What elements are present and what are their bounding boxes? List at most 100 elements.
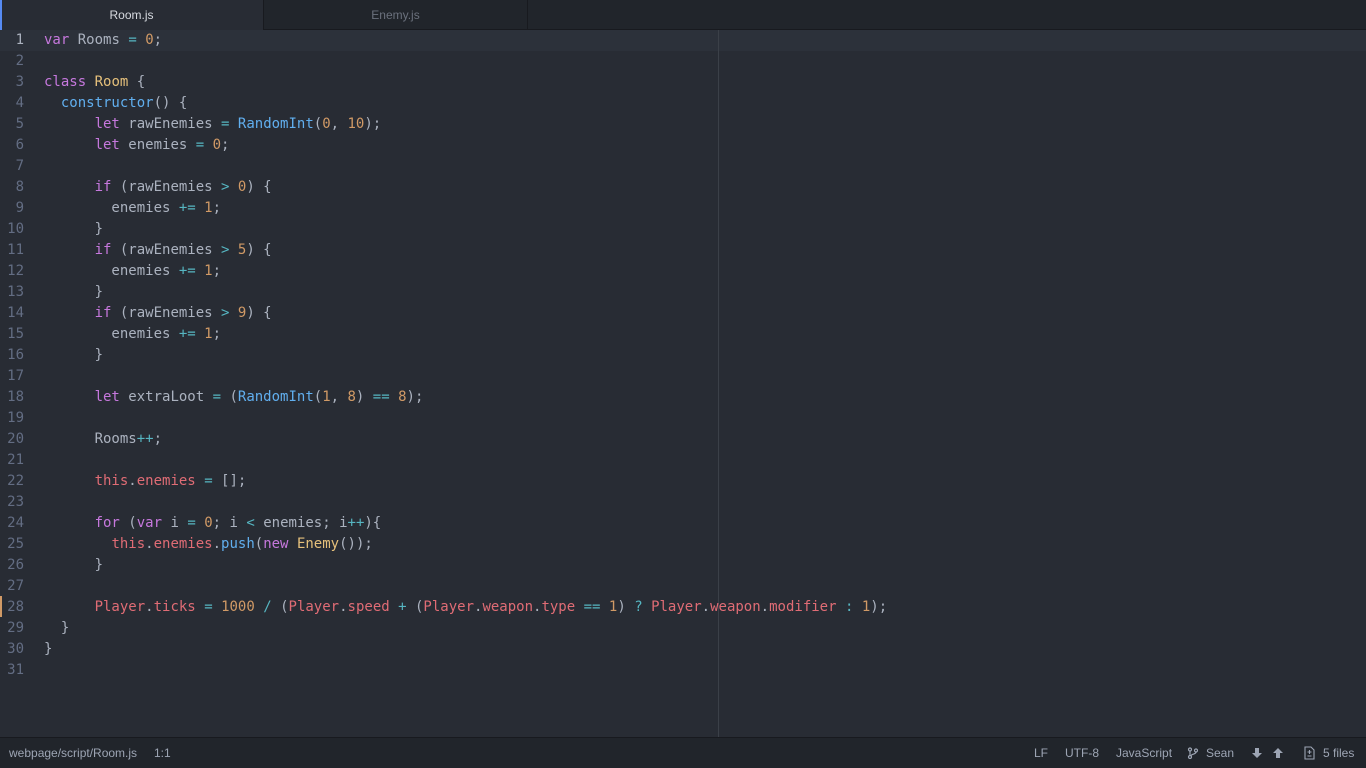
line-code: for (var i = 0; i < enemies; i++){ bbox=[94, 515, 382, 531]
code-line[interactable]: 6 let enemies = 0; bbox=[0, 135, 1366, 156]
code-line[interactable]: 3 class Room { bbox=[0, 72, 1366, 93]
line-number: 19 bbox=[7, 410, 24, 426]
line-number: 6 bbox=[15, 137, 24, 153]
code-line[interactable]: 22 this.enemies = []; bbox=[0, 471, 1366, 492]
line-number: 12 bbox=[7, 263, 24, 279]
line-code: enemies += 1; bbox=[44, 263, 222, 279]
line-code: if (rawEnemies > 5) { bbox=[94, 242, 272, 258]
line-number: 24 bbox=[7, 515, 24, 531]
line-code: enemies += 1; bbox=[44, 200, 222, 216]
line-code: } bbox=[44, 284, 104, 300]
code-line[interactable]: 17 bbox=[0, 366, 1366, 387]
line-number: 9 bbox=[15, 200, 24, 216]
code-line[interactable]: 21 bbox=[0, 450, 1366, 471]
git-branch[interactable]: Sean bbox=[1206, 738, 1234, 768]
line-code: } bbox=[44, 557, 104, 573]
code-line[interactable]: 24 for (var i = 0; i < enemies; i++){ bbox=[0, 513, 1366, 534]
code-line[interactable]: 19 bbox=[0, 408, 1366, 429]
line-number: 5 bbox=[15, 116, 24, 132]
code-line[interactable]: 25 this.enemies.push(new Enemy()); bbox=[0, 534, 1366, 555]
tab-enemy-js[interactable]: Enemy.js bbox=[264, 0, 528, 30]
line-code: } bbox=[44, 221, 104, 237]
line-code: } bbox=[44, 347, 104, 363]
code-line[interactable]: 28 Player.ticks = 1000 / (Player.speed +… bbox=[0, 597, 1366, 618]
code-line[interactable]: 4 constructor() { bbox=[0, 93, 1366, 114]
line-code: if (rawEnemies > 0) { bbox=[94, 179, 272, 195]
code-line[interactable]: 7 bbox=[0, 156, 1366, 177]
code-line[interactable]: 15 enemies += 1; bbox=[0, 324, 1366, 345]
code-line[interactable]: 20 Rooms++; bbox=[0, 429, 1366, 450]
line-code: let enemies = 0; bbox=[94, 137, 230, 153]
line-number: 30 bbox=[7, 641, 24, 657]
line-code: constructor() { bbox=[60, 95, 188, 111]
git-branch-icon bbox=[1187, 747, 1199, 759]
code-line[interactable]: 11 if (rawEnemies > 5) { bbox=[0, 240, 1366, 261]
line-number: 26 bbox=[7, 557, 24, 573]
code-line[interactable]: 31 bbox=[0, 660, 1366, 681]
line-number: 3 bbox=[15, 74, 24, 90]
git-modified-marker bbox=[0, 596, 2, 617]
cursor-position[interactable]: 1:1 bbox=[154, 738, 171, 768]
code-line[interactable]: 14 if (rawEnemies > 9) { bbox=[0, 303, 1366, 324]
line-number: 25 bbox=[7, 536, 24, 552]
line-number: 15 bbox=[7, 326, 24, 342]
line-code: Player.ticks = 1000 / (Player.speed + (P… bbox=[94, 599, 888, 615]
line-code: } bbox=[44, 641, 53, 657]
code-line[interactable]: 10 } bbox=[0, 219, 1366, 240]
arrow-down-icon[interactable] bbox=[1251, 747, 1263, 759]
tab-bar: Room.js Enemy.js bbox=[0, 0, 1366, 31]
line-number: 17 bbox=[7, 368, 24, 384]
line-number: 23 bbox=[7, 494, 24, 510]
line-number: 13 bbox=[7, 284, 24, 300]
line-number: 7 bbox=[15, 158, 24, 174]
line-number: 8 bbox=[15, 179, 24, 195]
line-number: 10 bbox=[7, 221, 24, 237]
encoding[interactable]: UTF-8 bbox=[1065, 738, 1099, 768]
changed-files-count[interactable]: 5 files bbox=[1323, 738, 1354, 768]
file-path[interactable]: webpage/script/Room.js bbox=[9, 738, 137, 768]
file-diff-icon bbox=[1304, 746, 1315, 760]
arrow-up-icon[interactable] bbox=[1272, 747, 1284, 759]
code-line[interactable]: 23 bbox=[0, 492, 1366, 513]
code-line[interactable]: 27 bbox=[0, 576, 1366, 597]
line-code: var Rooms = 0; bbox=[44, 32, 163, 48]
line-number: 29 bbox=[7, 620, 24, 636]
line-number: 22 bbox=[7, 473, 24, 489]
line-code: this.enemies.push(new Enemy()); bbox=[111, 536, 373, 552]
code-line[interactable]: 13 } bbox=[0, 282, 1366, 303]
code-line[interactable]: 5 let rawEnemies = RandomInt(0, 10); bbox=[0, 114, 1366, 135]
line-code: let extraLoot = (RandomInt(1, 8) == 8); bbox=[94, 389, 424, 405]
code-line[interactable]: 16 } bbox=[0, 345, 1366, 366]
line-code: this.enemies = []; bbox=[94, 473, 247, 489]
code-line[interactable]: 8 if (rawEnemies > 0) { bbox=[0, 177, 1366, 198]
tab-room-js[interactable]: Room.js bbox=[0, 0, 264, 31]
line-number: 16 bbox=[7, 347, 24, 363]
line-number: 2 bbox=[15, 53, 24, 69]
code-line[interactable]: 26 } bbox=[0, 555, 1366, 576]
code-line[interactable]: 29 } bbox=[0, 618, 1366, 639]
code-line[interactable]: 30} bbox=[0, 639, 1366, 660]
grammar-selector[interactable]: JavaScript bbox=[1116, 738, 1172, 768]
code-line[interactable]: 2 bbox=[0, 51, 1366, 72]
status-bar: webpage/script/Room.js 1:1 LF UTF-8 Java… bbox=[0, 737, 1366, 768]
code-line[interactable]: 1 var Rooms = 0; bbox=[0, 30, 1366, 51]
line-code: class Room { bbox=[44, 74, 146, 90]
line-code: Rooms++; bbox=[44, 431, 163, 447]
line-number: 20 bbox=[7, 431, 24, 447]
line-number: 4 bbox=[15, 95, 24, 111]
line-code: enemies += 1; bbox=[44, 326, 222, 342]
line-number: 11 bbox=[7, 242, 24, 258]
code-line[interactable]: 18 let extraLoot = (RandomInt(1, 8) == 8… bbox=[0, 387, 1366, 408]
line-ending[interactable]: LF bbox=[1034, 738, 1048, 768]
line-number: 18 bbox=[7, 389, 24, 405]
line-code: if (rawEnemies > 9) { bbox=[94, 305, 272, 321]
line-number: 14 bbox=[7, 305, 24, 321]
line-number: 28 bbox=[7, 599, 24, 615]
line-number: 27 bbox=[7, 578, 24, 594]
code-line[interactable]: 9 enemies += 1; bbox=[0, 198, 1366, 219]
line-number: 31 bbox=[7, 662, 24, 678]
code-editor[interactable]: 1 var Rooms = 0; 2 3 class Room {4 construct… bbox=[0, 30, 1366, 737]
line-code: } bbox=[44, 620, 70, 636]
line-number: 1 bbox=[15, 32, 24, 48]
code-line[interactable]: 12 enemies += 1; bbox=[0, 261, 1366, 282]
